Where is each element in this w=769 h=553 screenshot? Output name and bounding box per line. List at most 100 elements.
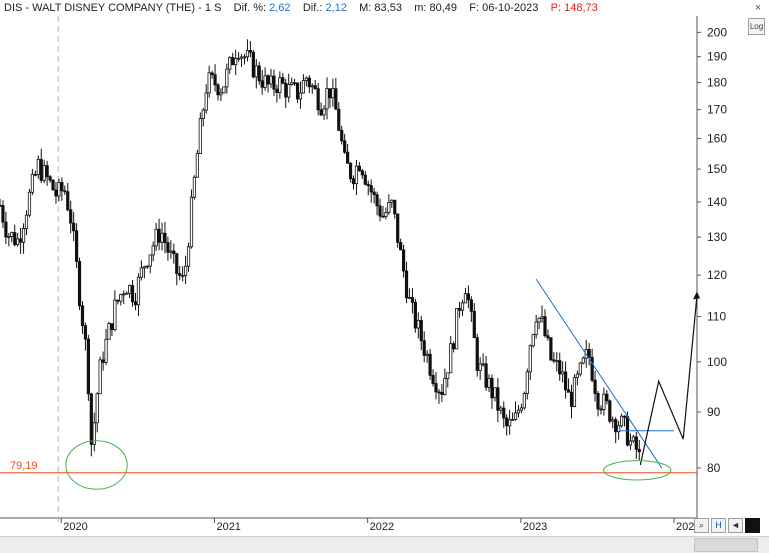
candle-body: [404, 270, 409, 299]
candle-body: [301, 80, 306, 94]
candle-body: [552, 359, 556, 362]
candle-body: [130, 285, 135, 303]
candle-body: [472, 310, 476, 339]
candle-body: [446, 372, 450, 379]
candle-body: [528, 345, 532, 373]
candle-body: [608, 400, 612, 422]
candle-body: [287, 84, 291, 98]
candle-body: [13, 232, 17, 246]
candle-body: [596, 393, 600, 410]
candle-body: [566, 389, 571, 393]
candle-body: [428, 353, 432, 376]
candle-body: [237, 57, 241, 60]
candle-body: [69, 209, 73, 224]
candle-body: [484, 363, 488, 388]
candle-body: [460, 302, 465, 311]
candle-body: [522, 393, 526, 409]
candle-body: [558, 360, 562, 375]
y-tick-label: 80: [707, 461, 721, 475]
candle-body: [334, 88, 338, 110]
price-chart[interactable]: 80 90 100 110 120 130 140 150 160 170 180 190 200 202…: [0, 0, 769, 536]
candle-body: [242, 56, 247, 59]
candle-body: [493, 387, 497, 399]
candle-body: [169, 250, 173, 253]
candle-body: [440, 391, 444, 395]
candle-body: [569, 391, 574, 407]
candle-body: [457, 308, 462, 311]
candle-body: [45, 165, 49, 178]
candle-body: [142, 266, 146, 269]
candle-body: [72, 222, 76, 232]
candle-body: [257, 65, 261, 82]
candle-body: [51, 179, 55, 191]
candle-body: [534, 321, 538, 336]
scrollbar-thumb[interactable]: [694, 538, 758, 552]
color-swatch-icon[interactable]: [745, 518, 760, 533]
candle-body: [555, 360, 559, 362]
candle-body: [510, 419, 515, 421]
y-tick-label: 150: [707, 162, 727, 176]
candle-body: [452, 343, 456, 350]
candle-body: [225, 68, 229, 88]
candle-body: [175, 253, 179, 274]
candle-body: [434, 383, 438, 393]
candle-body: [66, 191, 70, 211]
candle-body: [346, 151, 350, 164]
candle-body: [531, 334, 535, 347]
candle-body: [425, 353, 429, 356]
candle-body: [502, 407, 506, 419]
candle-body: [216, 84, 220, 96]
save-icon[interactable]: H: [711, 518, 726, 533]
candle-body: [496, 387, 500, 411]
candle-body: [290, 82, 294, 86]
candle-body: [390, 199, 394, 203]
candle-body: [166, 242, 170, 253]
candle-body: [619, 415, 624, 427]
candle-body: [340, 129, 344, 142]
candle-body: [416, 320, 420, 329]
candle-body: [449, 343, 453, 374]
candle-body: [192, 176, 197, 198]
time-scrollbar[interactable]: [0, 536, 769, 553]
candle-body: [213, 74, 217, 86]
candle-body: [119, 294, 123, 302]
candle-body: [74, 230, 79, 262]
candle-body: [178, 273, 182, 276]
y-tick-label: 160: [707, 131, 727, 145]
candle-body: [160, 232, 164, 243]
candle-body: [83, 325, 88, 340]
candle-body: [263, 75, 267, 88]
candle-body: [393, 199, 397, 215]
candle-body: [307, 77, 311, 88]
candle-body: [328, 88, 332, 99]
candle-body: [637, 448, 641, 453]
candle-body: [298, 92, 303, 100]
candle-body: [251, 51, 255, 78]
y-tick-label: 90: [707, 405, 721, 419]
candle-body: [313, 85, 317, 90]
candle-body: [33, 173, 37, 176]
candle-body: [30, 173, 35, 193]
candle-body: [163, 232, 167, 244]
candle-body: [21, 228, 26, 243]
candle-body: [602, 393, 606, 410]
candle-body: [254, 65, 258, 78]
y-tick-label: 100: [707, 355, 727, 369]
back-arrow-icon[interactable]: ◄: [728, 518, 743, 533]
candle-body: [348, 162, 353, 180]
magnifier-icon[interactable]: ⌕: [694, 518, 709, 533]
candle-body: [281, 77, 285, 84]
candle-body: [139, 267, 144, 278]
candle-body: [39, 159, 43, 181]
candle-body: [634, 436, 638, 450]
candle-body: [42, 165, 46, 181]
candle-body: [351, 178, 356, 185]
y-tick-label: 190: [707, 50, 727, 64]
candle-body: [219, 92, 223, 96]
candle-body: [207, 72, 211, 94]
y-tick-label: 140: [707, 195, 727, 209]
candle-body: [622, 415, 627, 418]
candle-body: [381, 215, 385, 218]
candle-body: [248, 50, 253, 53]
candle-body: [437, 391, 441, 394]
